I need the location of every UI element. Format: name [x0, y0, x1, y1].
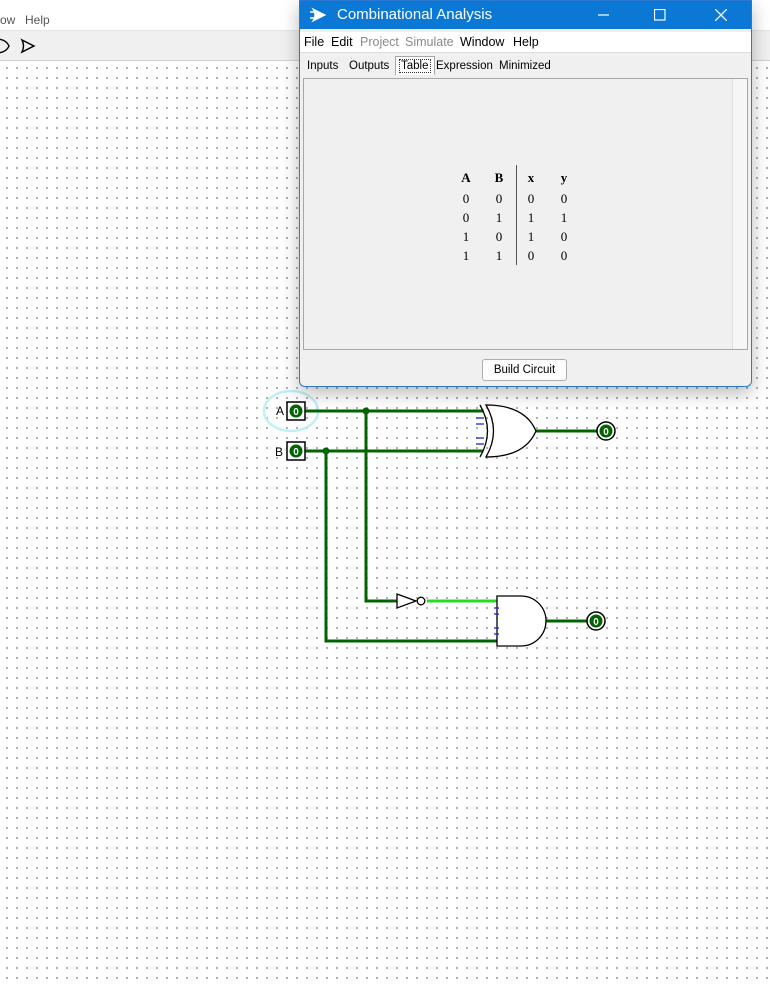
dialog-title: Combinational Analysis	[337, 6, 493, 23]
table-panel: A B x y 0 0 0 0 0 1 1 1 1 0 1 0 1 1 0 0	[303, 78, 748, 350]
pin-b-value: 0	[293, 447, 299, 458]
tab-expression[interactable]: Expression	[433, 57, 496, 75]
col-header-y: y	[560, 170, 568, 185]
table-cell[interactable]: 0	[554, 191, 574, 207]
col-header-x: x	[527, 170, 535, 185]
table-cell[interactable]: 0	[554, 229, 574, 245]
close-button[interactable]	[698, 1, 744, 29]
output-1-value: 0	[603, 427, 609, 438]
table-cell[interactable]: 1	[521, 210, 541, 226]
table-cell[interactable]: 0	[456, 210, 476, 226]
table-cell[interactable]: 0	[489, 191, 509, 207]
tab-minimized-label: Minimized	[499, 60, 551, 72]
maximize-icon	[654, 9, 666, 21]
close-icon	[715, 9, 727, 21]
table-cell[interactable]: 1	[554, 210, 574, 226]
tab-outputs[interactable]: Outputs	[346, 57, 392, 75]
table-cell[interactable]: 1	[456, 248, 476, 264]
maximize-button[interactable]	[637, 1, 683, 29]
junction-dot	[322, 447, 330, 455]
play-triangle-icon[interactable]	[20, 38, 36, 54]
menu-file[interactable]: File	[304, 35, 324, 49]
menu-project[interactable]: Project	[360, 35, 399, 49]
output-pin-and[interactable]: 0	[586, 611, 606, 631]
table-cell[interactable]: 1	[489, 248, 509, 264]
menu-window-partial[interactable]: ow	[0, 13, 15, 27]
menu-window[interactable]: Window	[460, 35, 504, 49]
output-pin-xor[interactable]: 0	[596, 421, 616, 441]
xor-gate[interactable]	[476, 404, 537, 458]
menu-simulate[interactable]: Simulate	[405, 35, 454, 49]
table-cell[interactable]: 1	[521, 229, 541, 245]
pin-a-label: A	[276, 404, 284, 418]
menu-edit[interactable]: Edit	[331, 35, 353, 49]
table-cell[interactable]: 0	[489, 229, 509, 245]
table-cell[interactable]: 0	[456, 191, 476, 207]
table-cell[interactable]: 0	[521, 248, 541, 264]
minimize-icon	[598, 14, 609, 16]
input-pin-a[interactable]: 0	[286, 401, 306, 421]
tab-inputs-label: Inputs	[307, 60, 339, 72]
input-pin-b[interactable]: 0	[286, 441, 306, 461]
combinational-analysis-dialog: Combinational Analysis File Edit Project…	[299, 0, 752, 387]
tab-outputs-label: Outputs	[349, 60, 390, 72]
minimize-button[interactable]	[581, 1, 627, 29]
tab-table-label: Table	[399, 59, 431, 73]
junction-dot	[362, 407, 370, 415]
wires	[304, 409, 598, 643]
table-cell[interactable]: 0	[521, 191, 541, 207]
table-cell[interactable]: 1	[489, 210, 509, 226]
tab-inputs[interactable]: Inputs	[304, 57, 341, 75]
tab-minimized[interactable]: Minimized	[496, 57, 554, 75]
vertical-scrollbar[interactable]	[732, 79, 747, 349]
pin-a-value: 0	[293, 407, 299, 418]
build-circuit-button[interactable]: Build Circuit	[482, 359, 567, 381]
pin-b-label: B	[275, 445, 283, 459]
or-gate-icon[interactable]	[0, 38, 10, 54]
and-gate[interactable]	[494, 595, 547, 647]
not-gate[interactable]	[396, 593, 426, 609]
output-2-value: 0	[593, 617, 599, 628]
logisim-icon	[310, 7, 327, 23]
table-separator	[516, 165, 517, 265]
dialog-titlebar[interactable]: Combinational Analysis	[300, 1, 751, 29]
tab-table[interactable]: Table	[395, 56, 435, 75]
menu-help[interactable]: Help	[25, 13, 50, 27]
col-header-b: B	[494, 170, 504, 185]
menu-help[interactable]: Help	[513, 35, 539, 49]
col-header-a: A	[461, 170, 471, 185]
table-cell[interactable]: 0	[554, 248, 574, 264]
dialog-menubar: File Edit Project Simulate Window Help	[300, 32, 751, 53]
table-cell[interactable]: 1	[456, 229, 476, 245]
tab-expression-label: Expression	[436, 60, 493, 72]
